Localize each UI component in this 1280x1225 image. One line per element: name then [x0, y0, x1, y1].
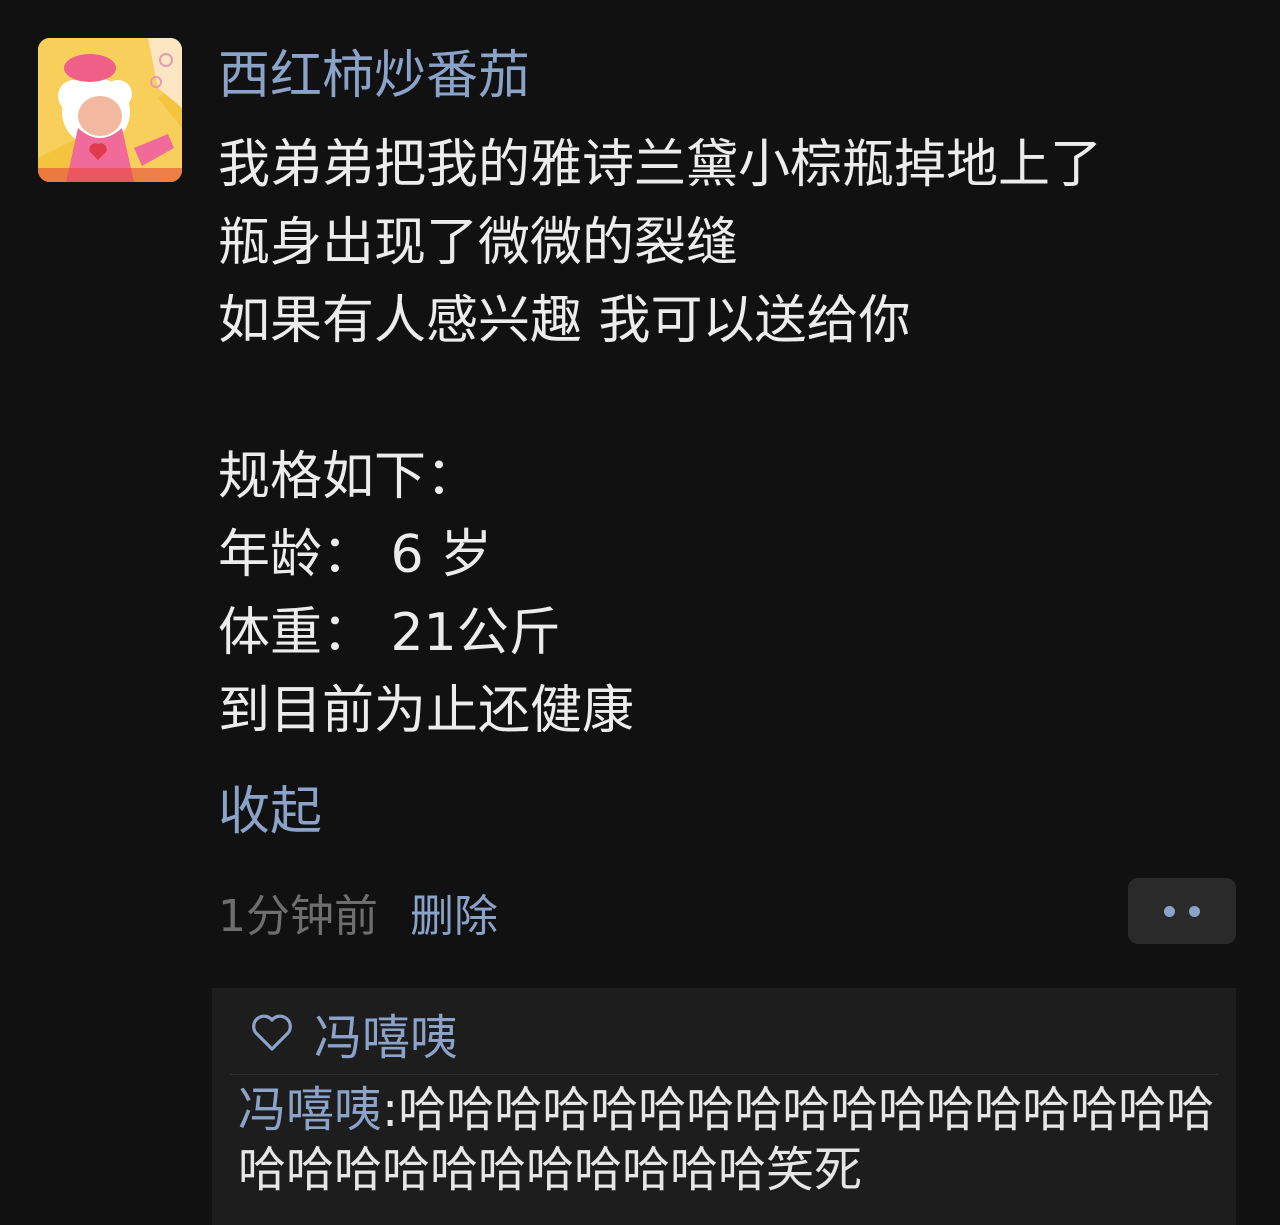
avatar-illustration-icon — [38, 38, 182, 182]
more-dots-icon — [1164, 905, 1175, 917]
post-line: 我弟弟把我的雅诗兰黛小棕瓶掉地上了 — [218, 135, 1103, 195]
post-timestamp: 1分钟前 — [218, 891, 378, 942]
post-meta: 1分钟前 删除 — [218, 880, 498, 944]
more-dots-icon — [1189, 905, 1200, 917]
delete-link[interactable]: 删除 — [410, 880, 498, 944]
post-author-name[interactable]: 西红柿炒番茄 — [218, 40, 530, 112]
post-line: 规格如下： — [218, 447, 479, 507]
comment-separator: : — [382, 1082, 399, 1138]
likes-comments-panel: 冯嘻咦 冯嘻咦:哈哈哈哈哈哈哈哈哈哈哈哈哈哈哈哈哈哈哈哈哈哈哈哈哈哈哈哈笑死 — [212, 988, 1236, 1225]
post-line: 到目前为止还健康 — [218, 681, 635, 741]
comment-item[interactable]: 冯嘻咦:哈哈哈哈哈哈哈哈哈哈哈哈哈哈哈哈哈哈哈哈哈哈哈哈哈哈哈哈笑死 — [238, 1080, 1218, 1200]
more-actions-button[interactable] — [1128, 878, 1236, 944]
post-content: 我弟弟把我的雅诗兰黛小棕瓶掉地上了 瓶身出现了微微的裂缝 如果有人感兴趣 我可以… — [218, 126, 1228, 750]
comment-author[interactable]: 冯嘻咦 — [238, 1082, 382, 1138]
collapse-link[interactable]: 收起 — [218, 776, 322, 848]
panel-divider — [230, 1074, 1218, 1075]
avatar[interactable] — [38, 38, 182, 182]
like-user-name[interactable]: 冯嘻咦 — [314, 998, 458, 1068]
heart-outline-icon — [252, 1014, 292, 1051]
post-line: 瓶身出现了微微的裂缝 — [218, 213, 739, 273]
post-line: 如果有人感兴趣 我可以送给你 — [218, 291, 911, 351]
likes-row: 冯嘻咦 — [248, 998, 458, 1068]
post-line: 体重： 21公斤 — [218, 603, 561, 663]
post-line: 年龄： 6 岁 — [218, 525, 493, 585]
